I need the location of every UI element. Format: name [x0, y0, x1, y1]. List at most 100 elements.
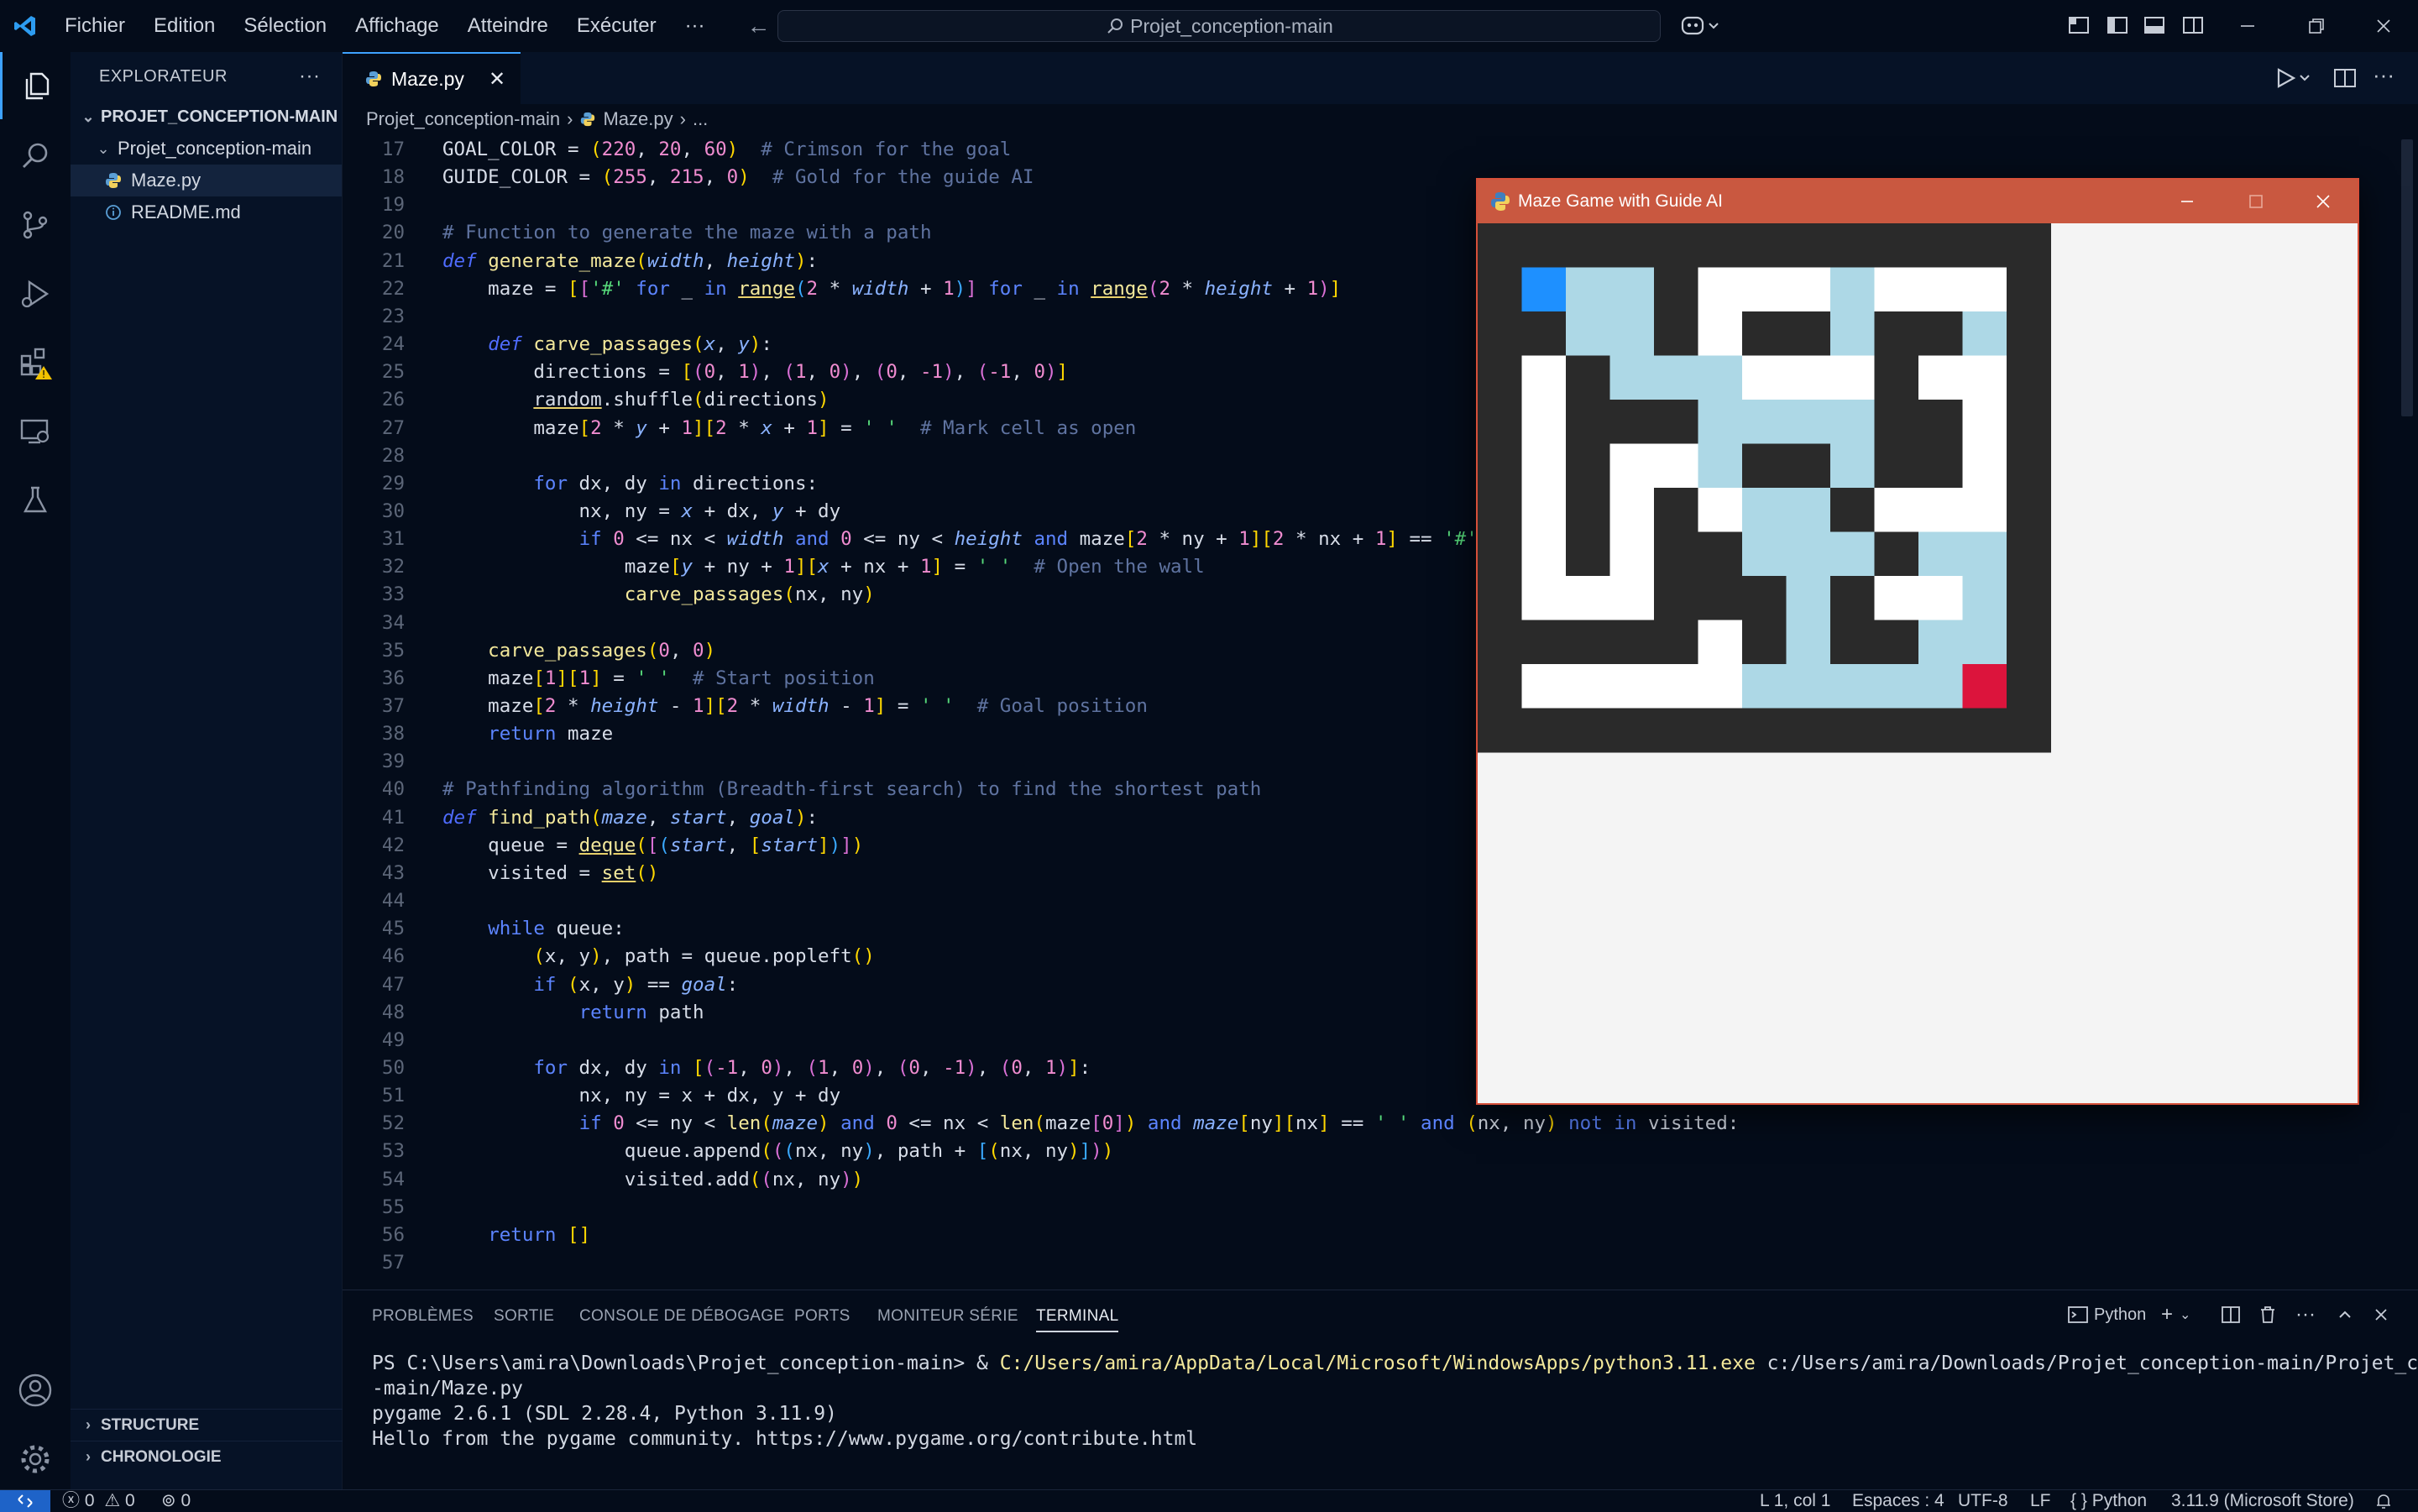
maze-wall	[1478, 488, 1522, 532]
maze-guide-path-cell	[1609, 355, 1655, 400]
maze-wall	[1609, 400, 1655, 444]
pygame-window[interactable]: Maze Game with Guide AI	[1476, 178, 2359, 1105]
new-terminal-icon[interactable]: + ⌄	[2161, 1302, 2190, 1327]
back-arrow-icon[interactable]: ←	[740, 13, 778, 39]
tab-serial-monitor[interactable]: MONITEUR SÉRIE	[877, 1307, 1018, 1326]
remote-indicator[interactable]	[0, 1490, 50, 1512]
account-icon[interactable]	[0, 1357, 71, 1424]
command-center-search[interactable]: Projet_conception-main	[777, 10, 1661, 42]
folder-projet[interactable]: ⌄ Projet_conception-main	[71, 133, 342, 165]
pygame-title-bar[interactable]: Maze Game with Guide AI	[1478, 180, 2358, 223]
maze-open-cell	[1521, 488, 1567, 532]
maze-open-cell	[1962, 443, 2007, 489]
maze-open-cell	[1521, 531, 1567, 577]
menu-affichage[interactable]: Affichage	[341, 0, 453, 52]
breadcrumb-folder[interactable]: Projet_conception-main	[366, 108, 560, 130]
more-actions-icon[interactable]: ···	[299, 65, 320, 88]
breadcrumb-symbol[interactable]: ...	[693, 108, 708, 130]
restore-icon[interactable]	[2282, 0, 2351, 52]
code-line[interactable]: 54 visited.add((nx, ny))	[343, 1166, 2418, 1194]
maze-wall	[1830, 708, 1875, 753]
menu-fichier[interactable]: Fichier	[50, 0, 139, 52]
code-line[interactable]: 56 return []	[343, 1222, 2418, 1249]
tab-ports[interactable]: PORTS	[794, 1307, 850, 1326]
code-line[interactable]: 53 queue.append(((nx, ny), path + [(nx, …	[343, 1138, 2418, 1165]
notifications-bell-icon[interactable]	[2374, 1490, 2393, 1512]
search-icon	[1107, 18, 1123, 34]
panel-more-icon[interactable]: ···	[2295, 1302, 2316, 1327]
trash-icon[interactable]	[2257, 1302, 2279, 1327]
language-mode[interactable]: { } Python	[2070, 1490, 2147, 1512]
tab-problems[interactable]: PROBLÈMES	[372, 1307, 474, 1326]
pygame-minimize-icon[interactable]	[2153, 180, 2222, 223]
line-number: 53	[381, 1140, 405, 1163]
maze-wall	[1874, 708, 1919, 753]
python-interpreter[interactable]: 3.11.9 (Microsoft Store)	[2171, 1490, 2354, 1512]
maze-wall	[1742, 576, 1787, 620]
toggle-secondary-sidebar-icon[interactable]	[2181, 13, 2205, 37]
pygame-close-icon[interactable]	[2289, 180, 2358, 223]
braces-icon: { }	[2070, 1491, 2087, 1510]
remote-explorer-icon[interactable]	[0, 398, 71, 465]
pygame-maximize-icon[interactable]	[2222, 180, 2290, 223]
line-number: 25	[381, 361, 405, 384]
tab-debug-console[interactable]: CONSOLE DE DÉBOGAGE	[579, 1307, 784, 1326]
file-maze-py[interactable]: Maze.py	[71, 165, 342, 196]
cursor-position[interactable]: L 1, col 1	[1760, 1490, 1830, 1512]
editor-more-actions-icon[interactable]: ···	[2373, 62, 2394, 88]
timeline-section[interactable]: › CHRONOLOGIE	[71, 1441, 343, 1473]
split-editor-icon[interactable]	[2332, 65, 2358, 91]
maze-open-cell	[1918, 488, 1963, 532]
tab-output[interactable]: SORTIE	[494, 1307, 554, 1326]
extensions-icon[interactable]: !	[0, 329, 71, 396]
maximize-panel-icon[interactable]	[2336, 1302, 2354, 1327]
menu-atteindre[interactable]: Atteindre	[453, 0, 563, 52]
close-panel-icon[interactable]	[2373, 1302, 2389, 1327]
indentation[interactable]: Espaces : 4	[1852, 1490, 1944, 1512]
run-debug-icon[interactable]	[0, 260, 71, 327]
terminal-command-line[interactable]: PS C:\Users\amira\Downloads\Projet_conce…	[372, 1352, 2418, 1374]
tab-terminal[interactable]: TERMINAL	[1036, 1307, 1119, 1332]
explorer-icon[interactable]	[0, 52, 71, 119]
code-text: directions = [(0, 1), (1, 0), (0, -1), (…	[442, 361, 1069, 384]
maze-guide-path-cell	[1786, 400, 1831, 444]
code-line[interactable]: 55	[343, 1194, 2418, 1222]
menu-executer[interactable]: Exécuter	[563, 0, 671, 52]
line-number: 32	[381, 556, 405, 578]
maze-open-cell	[1521, 576, 1567, 620]
problems-indicator[interactable]: ⓧ 0 ⚠ 0	[62, 1490, 135, 1512]
workspace-root[interactable]: ⌄ PROJET_CONCEPTION-MAIN	[71, 101, 342, 133]
menu-edition[interactable]: Edition	[139, 0, 229, 52]
settings-gear-icon[interactable]	[0, 1426, 71, 1493]
ports-indicator[interactable]: ⊚ 0	[161, 1490, 191, 1512]
split-terminal-icon[interactable]	[2220, 1302, 2242, 1327]
maze-guide-path-cell	[1742, 488, 1787, 532]
code-line[interactable]: 52 if 0 <= ny < len(maze) and 0 <= nx < …	[343, 1110, 2418, 1138]
code-line[interactable]: 57	[343, 1249, 2418, 1277]
encoding[interactable]: UTF-8	[1958, 1490, 2008, 1512]
run-python-icon[interactable]	[2274, 65, 2316, 91]
toggle-sidebar-icon[interactable]	[2106, 13, 2129, 37]
outline-section[interactable]: › STRUCTURE	[71, 1409, 343, 1441]
maze-guide-path-cell	[1786, 664, 1831, 709]
breadcrumb-file[interactable]: Maze.py	[603, 108, 673, 130]
source-control-icon[interactable]	[0, 191, 71, 259]
editor-scrollbar[interactable]	[2401, 139, 2413, 416]
end-of-line[interactable]: LF	[2030, 1490, 2051, 1512]
terminal-shell-label: Python	[2094, 1305, 2147, 1324]
code-line[interactable]: 17 GOAL_COLOR = (220, 20, 60) # Crimson f…	[343, 136, 2418, 164]
menu-more[interactable]: ···	[671, 0, 720, 52]
search-icon[interactable]	[0, 123, 71, 190]
copilot-icon[interactable]	[1679, 13, 1721, 39]
file-readme-md[interactable]: README.md	[71, 196, 342, 228]
terminal-python-selector[interactable]: Python	[2067, 1302, 2146, 1327]
close-window-icon[interactable]	[2349, 0, 2418, 52]
maze-canvas[interactable]	[1478, 223, 2358, 1103]
customize-layout-icon[interactable]	[2067, 13, 2091, 37]
tab-maze-py[interactable]: Maze.py ✕	[343, 52, 521, 104]
toggle-panel-icon[interactable]	[2143, 13, 2166, 37]
minimize-icon[interactable]	[2213, 0, 2282, 52]
close-tab-icon[interactable]: ✕	[489, 67, 505, 92]
testing-flask-icon[interactable]	[0, 467, 71, 534]
menu-selection[interactable]: Sélection	[229, 0, 341, 52]
